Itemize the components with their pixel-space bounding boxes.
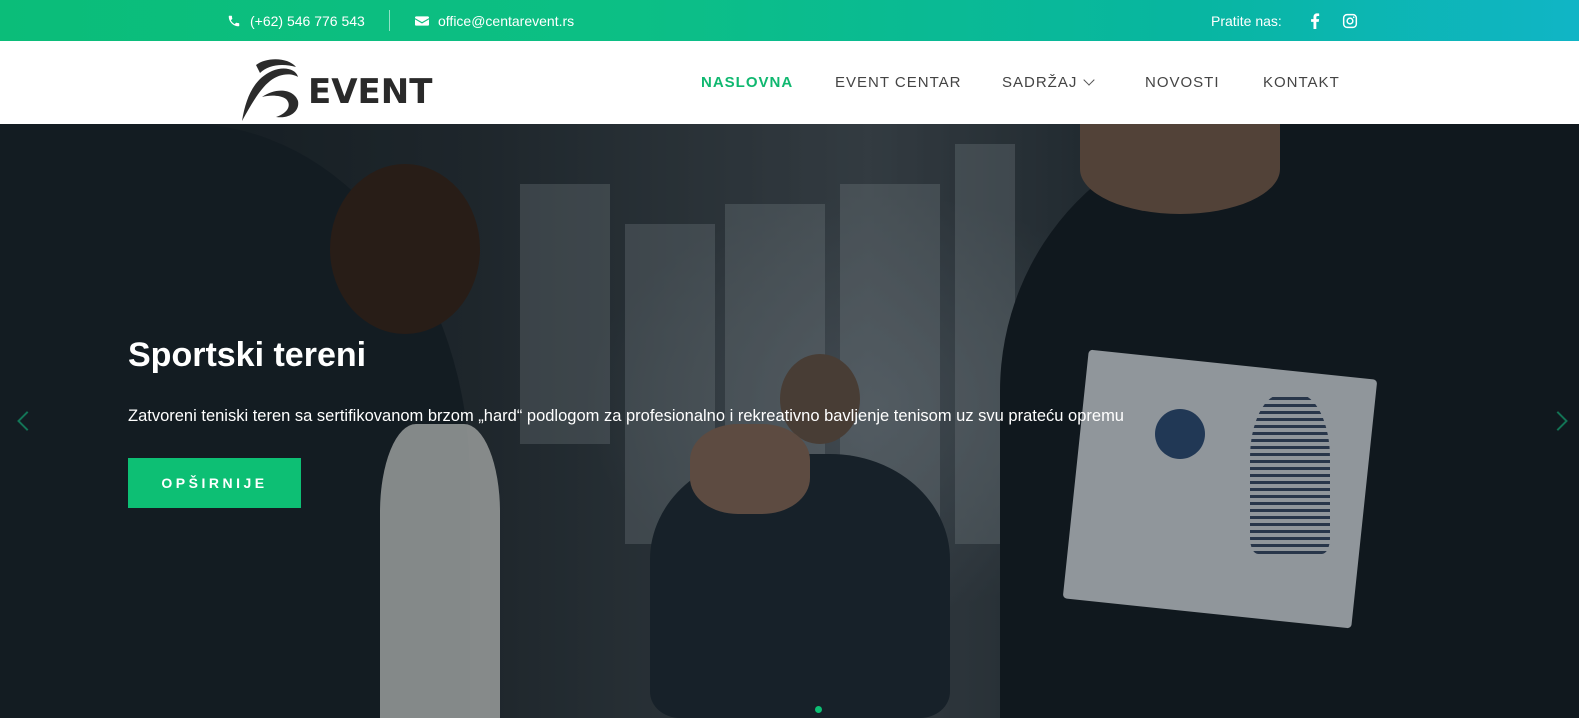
logo-text: EVENT [308, 72, 433, 112]
instagram-icon[interactable] [1341, 12, 1359, 30]
hero-title: Sportski tereni [128, 336, 367, 374]
divider [389, 10, 390, 31]
nav-event-centar[interactable]: EVENT CENTAR [835, 41, 961, 124]
email-contact[interactable]: office@centarevent.rs [414, 0, 574, 41]
facebook-icon[interactable] [1306, 12, 1324, 30]
hero-slider: Sportski tereni Zatvoreni teniski teren … [0, 124, 1579, 718]
logo-mark-icon [242, 59, 299, 121]
site-header: EVENT NASLOVNA EVENT CENTAR SADRŽAJ NOVO… [0, 41, 1579, 124]
phone-contact[interactable]: (+62) 546 776 543 [226, 0, 365, 41]
envelope-icon [414, 13, 430, 29]
nav-naslovna[interactable]: NASLOVNA [701, 41, 793, 124]
slider-dot[interactable] [815, 706, 822, 713]
logo[interactable]: EVENT [232, 57, 462, 123]
follow-label: Pratite nas: [1211, 12, 1282, 29]
chevron-down-icon [1083, 74, 1096, 86]
top-bar: (+62) 546 776 543 office@centarevent.rs … [0, 0, 1579, 41]
nav-kontakt[interactable]: KONTAKT [1263, 41, 1340, 124]
nav-novosti[interactable]: NOVOSTI [1145, 41, 1220, 124]
read-more-button[interactable]: OPŠIRNIJE [128, 458, 301, 508]
phone-icon [226, 13, 242, 29]
phone-number: (+62) 546 776 543 [250, 12, 365, 29]
nav-sadrzaj-label: SADRŽAJ [1002, 74, 1078, 91]
email-address: office@centarevent.rs [438, 12, 575, 29]
hero-description: Zatvoreni teniski teren sa sertifikovano… [128, 407, 1124, 425]
nav-sadrzaj[interactable]: SADRŽAJ [1002, 41, 1096, 124]
